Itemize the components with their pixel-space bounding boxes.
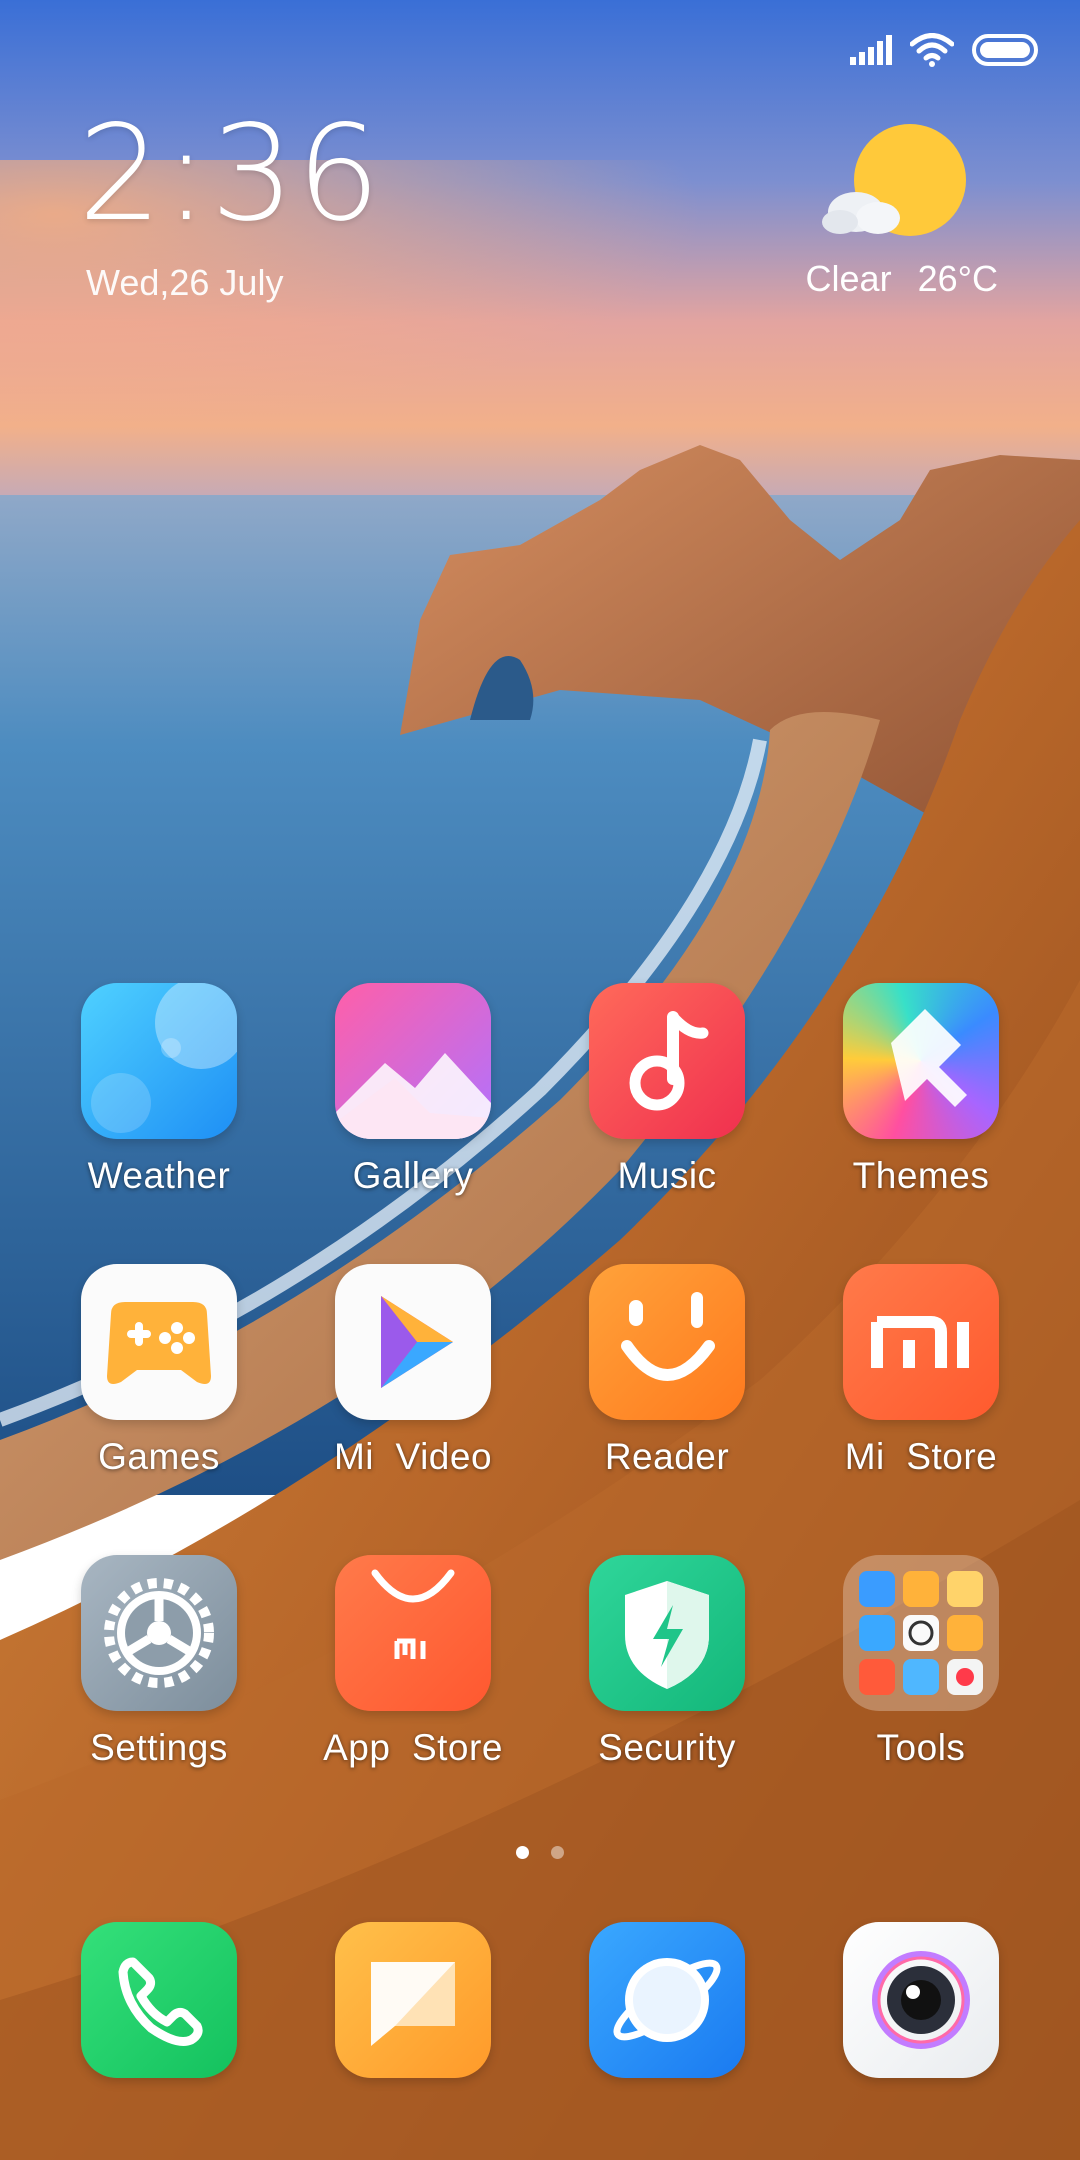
weather-summary[interactable]: Clear 26°C <box>806 258 998 300</box>
app-label-themes: Themes <box>852 1155 990 1196</box>
app-security[interactable]: Security <box>547 1555 787 1769</box>
weather-app-icon <box>81 983 237 1139</box>
app-label-weather: Weather <box>87 1155 231 1196</box>
app-label-games: Games <box>98 1436 220 1477</box>
gallery-app-icon <box>335 983 491 1139</box>
app-weather[interactable]: Weather <box>39 983 279 1197</box>
app-label-tools: Tools <box>876 1727 966 1768</box>
page-indicator <box>0 1846 1080 1859</box>
security-app-icon <box>589 1555 745 1711</box>
clock-date[interactable]: Wed,26 July <box>86 262 283 304</box>
weather-condition: Clear <box>805 258 892 299</box>
mi-store-app-icon <box>843 1264 999 1420</box>
page-dot-1 <box>516 1846 529 1859</box>
clock-time[interactable]: 2:36 <box>78 108 382 240</box>
dock-camera[interactable] <box>801 1922 1041 2078</box>
mi-video-app-icon <box>335 1264 491 1420</box>
folder-tools[interactable]: Tools <box>801 1555 1041 1769</box>
app-label-app-store: App Store <box>323 1727 503 1768</box>
app-label-mi-store: Mi Store <box>844 1436 998 1477</box>
app-label-settings: Settings <box>90 1727 228 1768</box>
messages-icon <box>335 1922 491 2078</box>
tools-folder-icon <box>843 1555 999 1711</box>
wifi-icon <box>910 33 954 67</box>
app-themes[interactable]: Themes <box>801 983 1041 1197</box>
dock-phone[interactable] <box>39 1922 279 2078</box>
battery-icon <box>972 34 1038 66</box>
status-bar <box>850 26 1042 74</box>
dock-browser[interactable] <box>547 1922 787 2078</box>
reader-app-icon <box>589 1264 745 1420</box>
app-music[interactable]: Music <box>547 983 787 1197</box>
app-mi-store[interactable]: Mi Store <box>801 1264 1041 1478</box>
dock-messages[interactable] <box>293 1922 533 2078</box>
settings-app-icon <box>81 1555 237 1711</box>
app-label-mi-video: Mi Video <box>333 1436 493 1477</box>
weather-temperature: 26°C <box>917 258 998 299</box>
app-label-music: Music <box>617 1155 717 1196</box>
app-label-reader: Reader <box>604 1436 730 1477</box>
app-settings[interactable]: Settings <box>39 1555 279 1769</box>
app-label-security: Security <box>598 1727 736 1768</box>
browser-icon <box>589 1922 745 2078</box>
phone-icon <box>81 1922 237 2078</box>
app-label-gallery: Gallery <box>352 1155 474 1196</box>
camera-icon <box>843 1922 999 2078</box>
signal-icon <box>850 35 892 65</box>
app-gallery[interactable]: Gallery <box>293 983 533 1197</box>
music-app-icon <box>589 983 745 1139</box>
games-app-icon <box>81 1264 237 1420</box>
app-reader[interactable]: Reader <box>547 1264 787 1478</box>
app-store-app-icon <box>335 1555 491 1711</box>
app-mi-video[interactable]: Mi Video <box>293 1264 533 1478</box>
themes-app-icon <box>843 983 999 1139</box>
page-dot-2 <box>551 1846 564 1859</box>
app-games[interactable]: Games <box>39 1264 279 1478</box>
app-app-store[interactable]: App Store <box>293 1555 533 1769</box>
